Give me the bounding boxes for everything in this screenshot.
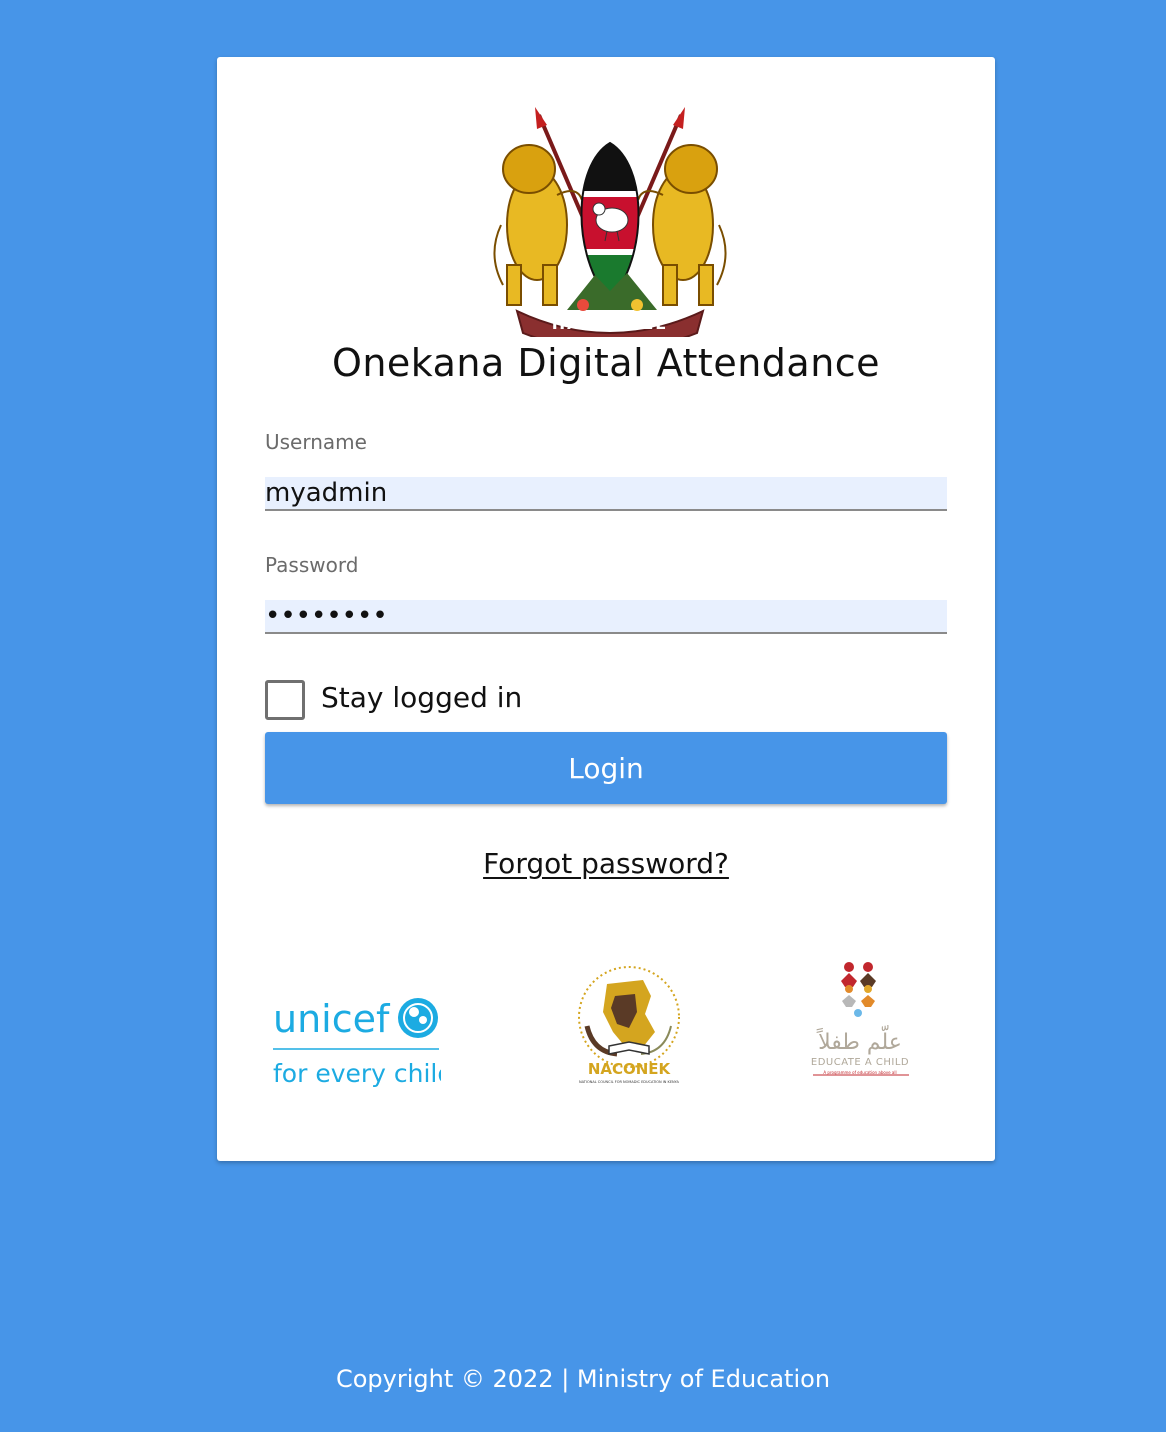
educate-a-child-logo: علّم طفلاً EDUCATE A CHILD A programme o…	[807, 957, 917, 1087]
naconek-logo: NACONEK NATIONAL COUNCIL FOR NOMADIC EDU…	[573, 962, 685, 1090]
eac-arabic: علّم طفلاً	[816, 1025, 902, 1055]
unicef-logo: unicef for every child	[271, 992, 453, 1092]
login-card: HARAMBEE Onekana Digital Attendance User…	[217, 57, 995, 1161]
unicef-name: unicef	[273, 997, 391, 1041]
eac-name: EDUCATE A CHILD	[811, 1057, 909, 1068]
eac-sub: A programme of education above all	[823, 1070, 896, 1075]
forgot-password-link[interactable]: Forgot password?	[483, 847, 729, 880]
password-input[interactable]	[265, 600, 947, 634]
stay-logged-in-checkbox[interactable]	[265, 680, 305, 720]
stay-logged-in-label[interactable]: Stay logged in	[321, 681, 522, 714]
username-label: Username	[265, 430, 367, 454]
password-label: Password	[265, 553, 359, 577]
forgot-password-container: Forgot password?	[217, 847, 995, 880]
username-input[interactable]	[265, 477, 947, 511]
naconek-name: NACONEK	[588, 1060, 672, 1078]
login-button[interactable]: Login	[265, 732, 947, 804]
naconek-full-name: NATIONAL COUNCIL FOR NOMADIC EDUCATION I…	[579, 1080, 679, 1084]
footer-copyright: Copyright © 2022 | Ministry of Education	[335, 1365, 831, 1393]
unicef-logo-icon: unicef for every child	[273, 997, 453, 1088]
naconek-logo-icon: NACONEK NATIONAL COUNCIL FOR NOMADIC EDU…	[578, 966, 680, 1084]
coat-of-arms-icon: HARAMBEE	[493, 107, 727, 337]
unicef-tagline: for every child	[273, 1059, 441, 1088]
motto-text: HARAMBEE	[552, 314, 668, 333]
educate-a-child-logo-icon: علّم طفلاً EDUCATE A CHILD A programme o…	[811, 962, 909, 1076]
page-title: Onekana Digital Attendance	[331, 341, 881, 385]
